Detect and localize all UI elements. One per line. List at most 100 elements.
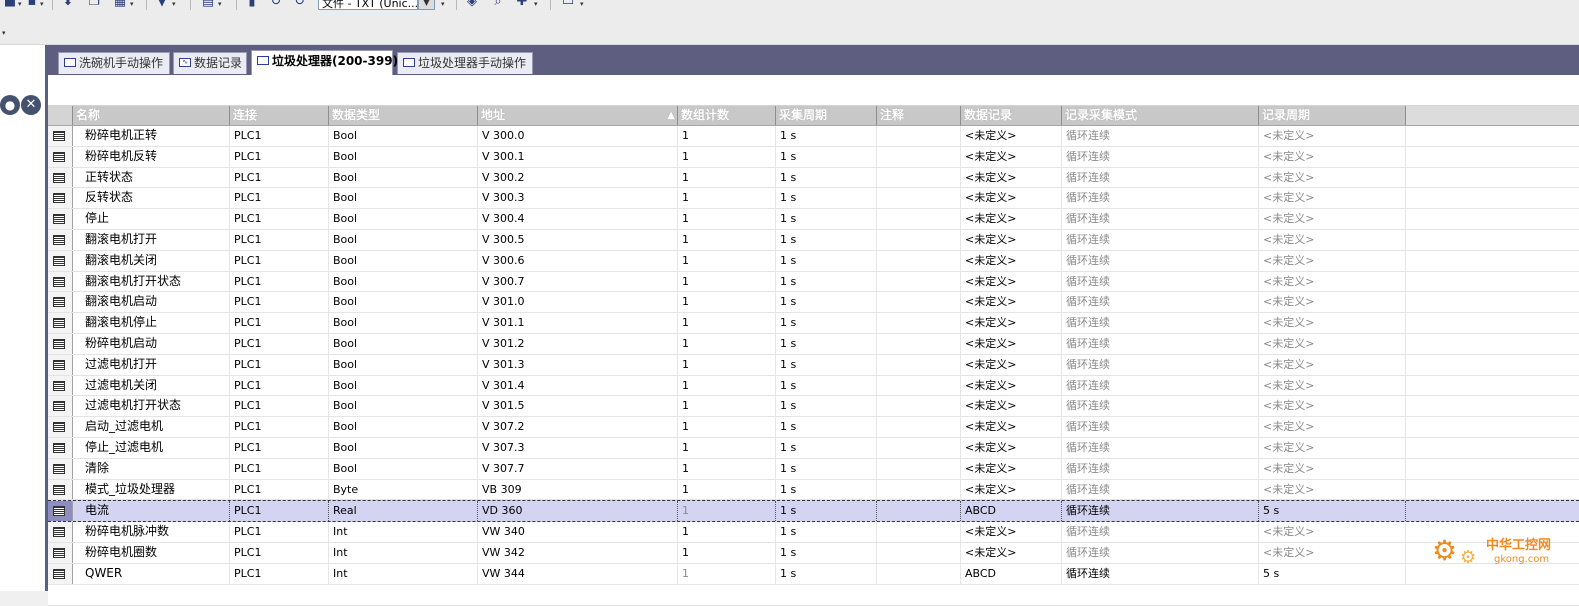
tab-data-log[interactable]: ∿ 数据记录 [173, 52, 247, 74]
cell-log-period[interactable]: <未定义> [1259, 479, 1406, 500]
cell-connection[interactable]: PLC1 [230, 501, 329, 522]
cell-name[interactable]: QWER [73, 563, 230, 584]
cell-datatype[interactable]: Bool [329, 375, 478, 396]
cell-array-count[interactable]: 1 [678, 354, 776, 375]
cell-name[interactable]: 粉碎电机脉冲数 [73, 522, 230, 542]
select-all-corner[interactable] [48, 106, 73, 125]
tab-dishwasher-manual[interactable]: 洗碗机手动操作 [58, 52, 170, 74]
cell-log-period[interactable]: <未定义> [1259, 209, 1406, 229]
cell-address[interactable]: V 301.0 [478, 292, 678, 313]
table-row[interactable]: 启动_过滤电机 PLC1 Bool V 307.2 1 1 s <未定义> 循环连续 <未定义> [48, 417, 1579, 438]
table-empty-row[interactable] [48, 584, 1579, 606]
column-header-log-period[interactable]: 记录周期 [1259, 106, 1406, 125]
cell-address[interactable]: V 300.4 [478, 209, 678, 229]
cell-acquisition-cycle[interactable]: 1 s [776, 375, 877, 396]
cell-log-period[interactable]: <未定义> [1259, 146, 1406, 167]
cell-log-mode[interactable]: 循环连续 [1062, 417, 1259, 437]
cell-connection[interactable]: PLC1 [230, 271, 329, 292]
cell-connection[interactable]: PLC1 [230, 417, 329, 437]
cell-address[interactable]: V 307.7 [478, 458, 678, 479]
cell-comment[interactable] [877, 188, 961, 209]
cell-connection[interactable]: PLC1 [230, 188, 329, 209]
cell-datatype[interactable]: Bool [329, 417, 478, 437]
table-row[interactable]: 翻滚电机打开 PLC1 Bool V 300.5 1 1 s <未定义> 循环连续 <未定义> [48, 229, 1579, 251]
cell-acquisition-cycle[interactable]: 1 s [776, 458, 877, 479]
table-row[interactable]: 粉碎电机反转 PLC1 Bool V 300.1 1 1 s <未定义> 循环连续 <未定义> [48, 146, 1579, 168]
cell-data-log[interactable]: <未定义> [961, 417, 1062, 437]
column-header-data-log[interactable]: 数据记录 [961, 106, 1062, 125]
row-selector[interactable] [48, 271, 73, 292]
cell-datatype[interactable]: Bool [329, 126, 478, 146]
cell-datatype[interactable]: Bool [329, 209, 478, 229]
find-icon[interactable]: ⌕ [490, 0, 506, 10]
table-row[interactable]: 过滤电机打开状态 PLC1 Bool V 301.5 1 1 s <未定义> 循环连续 <未定义… [48, 396, 1579, 418]
cell-name[interactable]: 反转状态 [73, 188, 230, 209]
cell-data-log[interactable]: <未定义> [961, 271, 1062, 292]
cell-datatype[interactable]: Bool [329, 229, 478, 250]
chevron-down-icon[interactable]: ▾ [130, 1, 137, 8]
cell-array-count[interactable]: 1 [678, 209, 776, 229]
cell-log-mode[interactable]: 循环连续 [1062, 146, 1259, 167]
row-selector[interactable] [48, 522, 73, 542]
cell-log-mode[interactable]: 循环连续 [1062, 354, 1259, 375]
cell-datatype[interactable]: Bool [329, 437, 478, 458]
cell-log-mode[interactable]: 循环连续 [1062, 126, 1259, 146]
cell-acquisition-cycle[interactable]: 1 s [776, 146, 877, 167]
cell-data-log[interactable]: <未定义> [961, 542, 1062, 563]
cell-acquisition-cycle[interactable]: 1 s [776, 501, 877, 522]
cell-address[interactable]: VB 309 [478, 479, 678, 500]
cell-log-period[interactable]: <未定义> [1259, 396, 1406, 417]
cell-log-mode[interactable]: 循环连续 [1062, 501, 1259, 522]
cell-name[interactable]: 模式_垃圾处理器 [73, 479, 230, 500]
cell-data-log[interactable]: <未定义> [961, 437, 1062, 458]
cell-array-count[interactable]: 1 [678, 501, 776, 522]
cell-log-mode[interactable]: 循环连续 [1062, 458, 1259, 479]
chevron-down-icon[interactable]: ▼ [418, 0, 435, 10]
cell-datatype[interactable]: Bool [329, 167, 478, 188]
cell-log-mode[interactable]: 循环连续 [1062, 188, 1259, 209]
cell-data-log[interactable]: <未定义> [961, 229, 1062, 250]
cell-data-log[interactable]: <未定义> [961, 167, 1062, 188]
cell-connection[interactable]: PLC1 [230, 292, 329, 313]
column-header-array-count[interactable]: 数组计数 [678, 106, 776, 125]
cell-data-log[interactable]: <未定义> [961, 292, 1062, 313]
row-selector[interactable] [48, 458, 73, 479]
cell-acquisition-cycle[interactable]: 1 s [776, 250, 877, 271]
cell-log-period[interactable]: <未定义> [1259, 271, 1406, 292]
cell-log-mode[interactable]: 循环连续 [1062, 271, 1259, 292]
cell-name[interactable]: 粉碎电机反转 [73, 146, 230, 167]
cell-connection[interactable]: PLC1 [230, 333, 329, 354]
cell-comment[interactable] [877, 333, 961, 354]
chevron-down-icon[interactable]: ▾ [580, 1, 587, 8]
row-selector[interactable] [48, 542, 73, 563]
table-row[interactable]: 停止 PLC1 Bool V 300.4 1 1 s <未定义> 循环连续 <未定义> [48, 209, 1579, 230]
column-header-acquisition-cycle[interactable]: 采集周期 [776, 106, 877, 125]
column-header-datatype[interactable]: 数据类型 [329, 106, 478, 125]
cell-array-count[interactable]: 1 [678, 417, 776, 437]
cell-datatype[interactable]: Bool [329, 333, 478, 354]
cell-comment[interactable] [877, 479, 961, 500]
cell-connection[interactable]: PLC1 [230, 229, 329, 250]
cell-log-mode[interactable]: 循环连续 [1062, 292, 1259, 313]
cell-datatype[interactable]: Int [329, 563, 478, 584]
cell-log-period[interactable]: <未定义> [1259, 229, 1406, 250]
cell-name[interactable]: 粉碎电机正转 [73, 126, 230, 146]
cell-datatype[interactable]: Bool [329, 146, 478, 167]
cell-datatype[interactable]: Bool [329, 458, 478, 479]
row-selector[interactable] [48, 292, 73, 313]
cell-log-mode[interactable]: 循环连续 [1062, 167, 1259, 188]
row-selector[interactable] [48, 229, 73, 250]
download-icon[interactable]: ⬇ [60, 0, 76, 10]
cell-address[interactable]: V 301.5 [478, 396, 678, 417]
column-header-comment[interactable]: 注释 [877, 106, 961, 125]
table-row[interactable]: 正转状态 PLC1 Bool V 300.2 1 1 s <未定义> 循环连续 <未定义> [48, 167, 1579, 189]
cell-address[interactable]: V 300.2 [478, 167, 678, 188]
cell-array-count[interactable]: 1 [678, 563, 776, 584]
cell-comment[interactable] [877, 522, 961, 542]
cell-log-mode[interactable]: 循环连续 [1062, 250, 1259, 271]
cell-array-count[interactable]: 1 [678, 522, 776, 542]
cell-log-period[interactable]: <未定义> [1259, 333, 1406, 354]
cell-address[interactable]: VD 360 [478, 501, 678, 522]
row-selector[interactable] [48, 501, 73, 522]
chevron-down-icon[interactable]: ▾ [2, 30, 9, 37]
